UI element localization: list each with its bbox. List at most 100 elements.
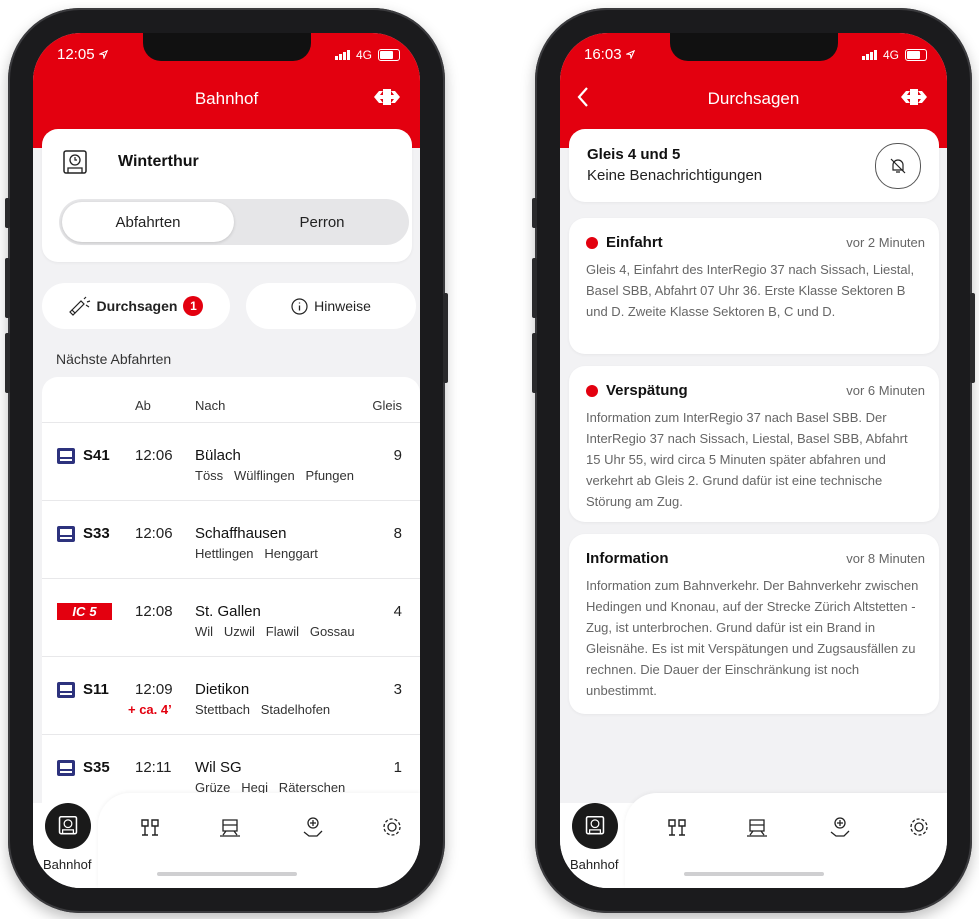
departure-row[interactable]: S11 12:09 + ca. 4’ Dietikon Stettbach St…	[42, 656, 420, 735]
line-label: IC	[72, 604, 86, 619]
platform: 4	[393, 603, 402, 620]
line-number: 5	[89, 604, 97, 619]
departure-row[interactable]: IC 5 12:08 St. Gallen Wil Uzwil Flawil Go…	[42, 578, 420, 657]
line-label: S11	[83, 681, 109, 698]
tab-bar: Bahnhof	[560, 793, 947, 888]
line-label: S33	[83, 525, 110, 542]
station-clock-icon	[585, 816, 605, 835]
tab-assistance[interactable]	[301, 815, 325, 839]
departure-row[interactable]: S41 12:06 Bülach Töss Wülflingen Pfungen…	[42, 422, 420, 501]
notification-toggle-button[interactable]	[875, 143, 921, 189]
screen-bahnhof: 12:05 4G Bahnhof Winterthur Abfahrten Pe…	[33, 33, 420, 888]
tab-settings[interactable]	[380, 815, 404, 839]
home-indicator	[683, 872, 824, 876]
power-button	[970, 293, 975, 383]
segment-abfahrten[interactable]: Abfahrten	[62, 202, 234, 242]
settings-icon	[910, 818, 928, 836]
platform-icon	[141, 819, 159, 836]
platform: 3	[393, 681, 402, 698]
announcements-button[interactable]: Durchsagen 1	[42, 283, 230, 329]
view-segmented-control: Abfahrten Perron	[59, 199, 409, 245]
network-label: 4G	[882, 48, 899, 62]
station-clock-icon	[58, 816, 78, 835]
table-header: Ab Nach Gleis	[42, 398, 420, 416]
mute-switch	[5, 198, 10, 228]
via-stations: Hettlingen Henggart	[195, 546, 318, 561]
section-label-next-departures: Nächste Abfahrten	[56, 351, 172, 367]
info-icon	[291, 297, 308, 315]
page-title: Bahnhof	[194, 89, 259, 108]
home-indicator	[156, 872, 297, 876]
via-stations: Wil Uzwil Flawil Gossau	[195, 624, 355, 639]
tab-perron[interactable]	[138, 815, 162, 839]
page-title: Durchsagen	[707, 89, 800, 108]
assistance-icon	[303, 817, 323, 837]
tab-label-bahnhof: Bahnhof	[570, 857, 619, 872]
train-icon	[220, 819, 240, 837]
announcement-title: Information	[586, 550, 669, 567]
platform: 9	[393, 447, 402, 464]
tab-trains[interactable]	[745, 815, 769, 839]
tab-assistance[interactable]	[828, 815, 852, 839]
departure-time: 12:11	[135, 759, 172, 776]
station-clock-icon	[63, 150, 87, 174]
col-header-nach: Nach	[195, 398, 226, 413]
line-label: S41	[83, 447, 110, 464]
platform: 8	[393, 525, 402, 542]
tab-bahnhof[interactable]	[45, 803, 91, 849]
destination: St. Gallen	[195, 603, 261, 620]
tab-settings[interactable]	[907, 815, 931, 839]
mute-switch	[532, 198, 537, 228]
network-label: 4G	[355, 48, 372, 62]
sbb-logo-icon[interactable]	[374, 88, 400, 106]
station-name: Winterthur	[118, 153, 199, 170]
unread-dot	[586, 236, 598, 249]
ic-badge: IC 5	[57, 603, 112, 620]
train-icon	[57, 525, 75, 542]
battery-icon	[378, 49, 400, 61]
location-arrow-icon	[624, 49, 635, 61]
volume-down-button	[5, 333, 10, 393]
tab-bahnhof[interactable]	[572, 803, 618, 849]
power-button	[443, 293, 448, 383]
via-stations: Stettbach Stadelhofen	[195, 702, 331, 717]
tab-bar: Bahnhof	[33, 793, 420, 888]
announcement-card[interactable]: Information vor 8 Minuten Information zu…	[569, 534, 939, 714]
signal-icon	[334, 50, 350, 60]
announcement-card[interactable]: Einfahrt vor 2 Minuten Gleis 4, Einfahrt…	[569, 218, 939, 354]
departures-table: Ab Nach Gleis S41 12:06 Bülach Töss Wülf…	[42, 377, 420, 817]
line-label: S35	[83, 759, 110, 776]
announcement-time: vor 2 Minuten	[846, 235, 925, 250]
departure-row[interactable]: S33 12:06 Schaffhausen Hettlingen Hengga…	[42, 500, 420, 579]
departure-time: 12:06	[135, 525, 173, 542]
destination: Dietikon	[195, 681, 250, 698]
destination: Wil SG	[195, 759, 242, 776]
volume-up-button	[5, 258, 10, 318]
announcement-body: Information zum InterRegio 37 nach Basel…	[586, 410, 908, 509]
announcements-count-badge: 1	[183, 296, 204, 316]
platform-icon	[668, 819, 686, 836]
train-icon	[57, 447, 75, 464]
col-header-gleis: Gleis	[372, 398, 402, 413]
departure-time: 12:06	[135, 447, 173, 464]
platform-title: Gleis 4 und 5	[587, 146, 681, 163]
announcement-card[interactable]: Verspätung vor 6 Minuten Information zum…	[569, 366, 939, 522]
tab-trains[interactable]	[218, 815, 242, 839]
train-icon	[57, 681, 75, 698]
sbb-logo-icon[interactable]	[901, 88, 927, 106]
announcements-label: Durchsagen	[96, 298, 178, 314]
notification-status: Keine Benachrichtigungen	[587, 167, 763, 184]
notices-button[interactable]: Hinweise	[246, 283, 416, 329]
platform-subscription-card: Gleis 4 und 5 Keine Benachrichtigungen	[569, 129, 939, 202]
delay-label: + ca. 4’	[128, 702, 172, 717]
unread-dot	[586, 384, 598, 397]
departure-time: 12:09	[135, 681, 173, 698]
tab-label-bahnhof: Bahnhof	[43, 857, 92, 872]
segment-perron[interactable]: Perron	[237, 202, 407, 242]
departure-time: 12:08	[135, 603, 173, 620]
settings-icon	[383, 818, 401, 836]
location-arrow-icon	[97, 49, 108, 61]
volume-down-button	[532, 333, 537, 393]
platform: 1	[393, 759, 402, 776]
tab-perron[interactable]	[665, 815, 689, 839]
